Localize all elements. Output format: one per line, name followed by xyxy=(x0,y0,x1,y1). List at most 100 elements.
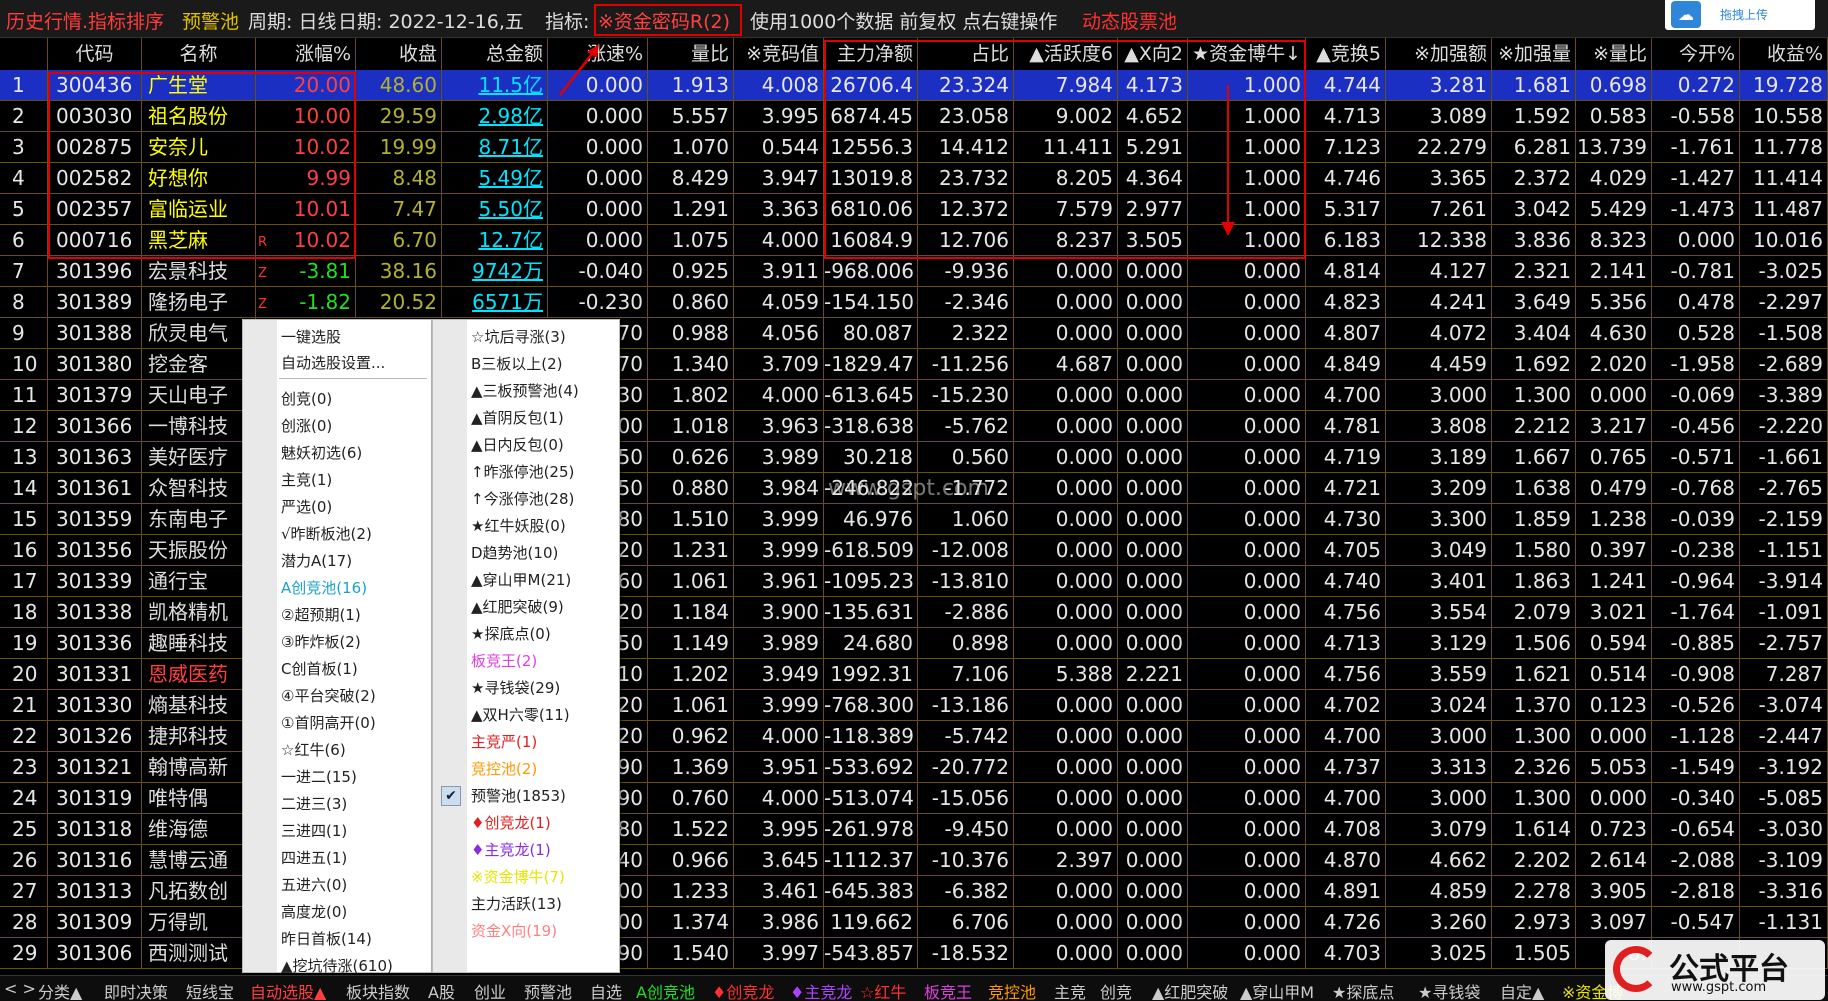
menu-item[interactable]: 昨日首板(14) xyxy=(281,926,372,952)
column-header-7[interactable]: 量比 xyxy=(648,38,734,70)
menu-item[interactable]: 四进五(1) xyxy=(281,845,347,871)
bottom-tab[interactable]: ▲红肥突破 xyxy=(1152,979,1228,1001)
column-header-9[interactable]: 主力净额 xyxy=(824,38,918,70)
column-header-15[interactable]: ※加强额 xyxy=(1386,38,1492,70)
bottom-tab[interactable]: 短线宝 xyxy=(186,979,234,1001)
column-header-17[interactable]: ※量比 xyxy=(1576,38,1652,70)
menu-item[interactable]: 创竞(0) xyxy=(281,386,332,412)
menu-item[interactable]: A创竞池(16) xyxy=(281,575,367,601)
menu-item[interactable]: 五进六(0) xyxy=(281,872,347,898)
bottom-tab[interactable]: 板竞王 xyxy=(924,979,972,1001)
menu-item[interactable]: ①首阴高开(0) xyxy=(281,710,376,736)
bottom-tab[interactable]: ☆红牛 xyxy=(860,979,906,1001)
menu-item[interactable]: 魅妖初选(6) xyxy=(281,440,362,466)
bottom-tab[interactable]: 竞控池 xyxy=(988,979,1036,1001)
column-header-12[interactable]: ▲X向2 xyxy=(1118,38,1188,70)
nav-arrows-icon[interactable]: < > xyxy=(4,979,36,998)
menu-item[interactable]: 预警池(1853) xyxy=(471,783,566,809)
menu-item[interactable]: ☆坑后寻涨(3) xyxy=(471,324,566,350)
bottom-tab[interactable]: ♦主竞龙 xyxy=(790,979,852,1001)
bottom-tab[interactable]: 即时决策 xyxy=(104,979,168,1001)
menu-item[interactable]: 严选(0) xyxy=(281,494,332,520)
menu-item[interactable]: C创首板(1) xyxy=(281,656,358,682)
menu-item[interactable]: ★红牛妖股(0) xyxy=(471,513,566,539)
bottom-tab[interactable]: A创竞池 xyxy=(636,979,695,1001)
table-row[interactable]: 6 000716 黑芝麻 10.02 R 6.70 12.7亿 0.000 1.075 4.000… xyxy=(0,225,1828,256)
table-row[interactable]: 8 301389 隆扬电子 -1.82 Z 20.52 6571万 -0.230 0.860 4.… xyxy=(0,287,1828,318)
table-row[interactable]: 4 002582 好想你 9.99 8.48 5.49亿 0.000 8.429 3.947 13… xyxy=(0,163,1828,194)
table-row[interactable]: 2 003030 祖名股份 10.00 29.59 2.98亿 0.000 5.557 3.99… xyxy=(0,101,1828,132)
bottom-tab[interactable]: 自动选股▲ xyxy=(250,979,326,1001)
menu-item[interactable]: ▲穿山甲M(21) xyxy=(471,567,571,593)
bottom-tab[interactable]: 创业 xyxy=(474,979,506,1001)
column-header-14[interactable]: ▲竞换5 xyxy=(1306,38,1386,70)
upload-button[interactable]: ☁ 拖拽上传 xyxy=(1665,0,1815,30)
period-label[interactable]: 周期: 日线 xyxy=(248,7,336,34)
menu-item[interactable]: 一键选股 xyxy=(281,324,341,350)
menu-item[interactable]: 二进三(3) xyxy=(281,791,347,817)
menu-item[interactable]: ↑今涨停池(28) xyxy=(471,486,574,512)
table-row[interactable]: 7 301396 宏景科技 -3.81 Z 38.16 9742万 -0.040 0.925 3.… xyxy=(0,256,1828,287)
menu-item[interactable]: ▲红肥突破(9) xyxy=(471,594,564,620)
menu-item[interactable]: 自动选股设置... xyxy=(281,350,385,376)
menu-item[interactable]: 一进二(15) xyxy=(281,764,357,790)
menu-item[interactable]: D趋势池(10) xyxy=(471,540,558,566)
menu-item[interactable]: 主力活跃(13) xyxy=(471,891,562,917)
bottom-tab[interactable]: 自选 xyxy=(590,979,622,1001)
table-row[interactable]: 3 002875 安奈儿 10.02 19.99 8.71亿 0.000 1.070 0.544… xyxy=(0,132,1828,163)
menu-item[interactable]: ▲首阴反包(1) xyxy=(471,405,564,431)
menu-item[interactable]: 潜力A(17) xyxy=(281,548,352,574)
menu-item[interactable]: √昨断板池(2) xyxy=(281,521,372,547)
menu-item[interactable]: 创涨(0) xyxy=(281,413,332,439)
bottom-tab[interactable]: ♦创竞龙 xyxy=(712,979,774,1001)
bottom-tab[interactable]: 自定▲ xyxy=(1500,979,1544,1001)
pool-label[interactable]: 预警池 xyxy=(182,7,239,34)
bottom-tab[interactable]: 板块指数 xyxy=(346,979,410,1001)
menu-item[interactable]: ②超预期(1) xyxy=(281,602,361,628)
menu-item[interactable]: ♦创竞龙(1) xyxy=(471,810,551,836)
column-header-8[interactable]: ※竞码值 xyxy=(734,38,824,70)
bottom-tab[interactable]: ★探底点 xyxy=(1332,979,1394,1001)
column-header-11[interactable]: ▲活跃度6 xyxy=(1014,38,1118,70)
table-row[interactable]: 1 300436 广生堂 20.00 48.60 11.5亿 0.000 1.913 4.008… xyxy=(0,70,1828,101)
menu-item[interactable]: ☆红牛(6) xyxy=(281,737,346,763)
menu-item[interactable]: ※资金博牛(7) xyxy=(471,864,565,890)
menu-item[interactable]: 三进四(1) xyxy=(281,818,347,844)
column-header-6[interactable]: 涨速% xyxy=(548,38,648,70)
column-header-3[interactable]: 涨幅% xyxy=(256,38,356,70)
menu-item[interactable]: ★寻钱袋(29) xyxy=(471,675,560,701)
menu-item[interactable]: 主竞严(1) xyxy=(471,729,537,755)
column-header-1[interactable]: 代码 xyxy=(48,38,142,70)
date-label[interactable]: 日期: 2022-12-16,五 xyxy=(338,7,524,34)
menu-item[interactable]: ③昨炸板(2) xyxy=(281,629,361,655)
menu-item[interactable]: ♦主竞龙(1) xyxy=(471,837,551,863)
menu-item[interactable]: 竞控池(2) xyxy=(471,756,537,782)
bottom-tab[interactable]: 分类▲ xyxy=(38,979,82,1001)
menu-item[interactable]: 板竞王(2) xyxy=(471,648,537,674)
menu-item[interactable]: B三板以上(2) xyxy=(471,351,563,377)
column-header-5[interactable]: 总金额 xyxy=(442,38,548,70)
bottom-tab[interactable]: 预警池 xyxy=(524,979,572,1001)
column-header-10[interactable]: 占比 xyxy=(918,38,1014,70)
column-header-4[interactable]: 收盘 xyxy=(356,38,442,70)
column-header-16[interactable]: ※加强量 xyxy=(1492,38,1576,70)
column-header-13[interactable]: ★资金博牛↓ xyxy=(1188,38,1306,70)
indicator-name[interactable]: ※资金密码R(2) xyxy=(598,7,730,34)
menu-item[interactable]: ▲日内反包(0) xyxy=(471,432,564,458)
menu-item[interactable]: ▲三板预警池(4) xyxy=(471,378,579,404)
menu-item[interactable]: ④平台突破(2) xyxy=(281,683,376,709)
column-header-0[interactable] xyxy=(0,38,48,70)
bottom-tab[interactable]: 创竞 xyxy=(1100,979,1132,1001)
table-row[interactable]: 5 002357 富临运业 10.01 7.47 5.50亿 0.000 1.291 3.363… xyxy=(0,194,1828,225)
bottom-tab[interactable]: ▲穿山甲M xyxy=(1240,979,1314,1001)
menu-item[interactable]: ▲双H六零(11) xyxy=(471,702,570,728)
menu-item[interactable]: 高度龙(0) xyxy=(281,899,347,925)
column-header-2[interactable]: 名称 xyxy=(142,38,256,70)
menu-item[interactable]: ★探底点(0) xyxy=(471,621,551,647)
bottom-tab[interactable]: 主竞 xyxy=(1054,979,1086,1001)
menu-item[interactable]: ↑昨涨停池(25) xyxy=(471,459,574,485)
bottom-tab[interactable]: A股 xyxy=(428,979,455,1001)
column-header-19[interactable]: 收益% xyxy=(1740,38,1828,70)
dynamic-pool-label[interactable]: 动态股票池 xyxy=(1082,7,1177,34)
menu-item[interactable]: 资金X向(19) xyxy=(471,918,557,944)
